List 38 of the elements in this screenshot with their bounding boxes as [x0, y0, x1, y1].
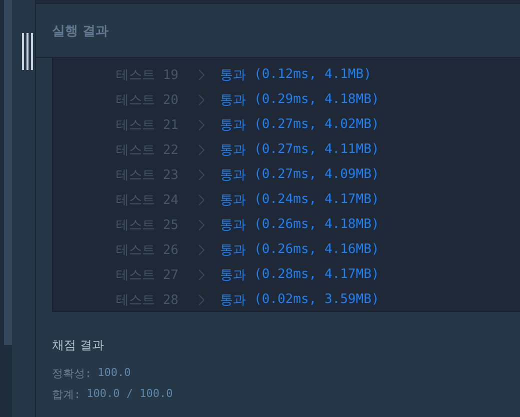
chevron-icon: [198, 68, 205, 80]
test-status: 통과: [220, 242, 246, 258]
chevron-icon: [198, 168, 205, 180]
test-status: 통과: [220, 166, 246, 184]
test-detail: (0.29ms, 4.18MB): [254, 92, 380, 107]
chevron-icon: [198, 144, 205, 156]
panel-title: 실행 결과: [52, 22, 109, 40]
test-status: 통과: [220, 66, 246, 84]
test-detail: (0.28ms, 4.17MB): [254, 267, 380, 282]
test-status: 통과: [220, 266, 246, 284]
test-status: 통과: [220, 92, 246, 108]
test-detail: (0.24ms, 4.17MB): [254, 192, 380, 207]
resize-handle-icon[interactable]: [22, 33, 33, 70]
test-status: 통과: [220, 292, 246, 308]
chevron-icon: [198, 268, 205, 280]
grading-title: 채점 결과: [52, 337, 105, 354]
score-label: 정확성:: [52, 366, 92, 381]
score-label: 합계:: [52, 387, 81, 402]
test-detail: (0.12ms, 4.1MB): [254, 67, 372, 82]
chevron-icon: [198, 294, 205, 306]
test-status: 통과: [220, 116, 246, 134]
test-detail: (0.27ms, 4.11MB): [254, 142, 380, 157]
test-status: 통과: [220, 192, 246, 208]
chevron-icon: [198, 94, 205, 106]
test-detail: (0.02ms, 3.59MB): [254, 292, 380, 307]
chevron-icon: [198, 194, 205, 206]
chevron-icon: [198, 244, 205, 256]
chevron-icon: [198, 118, 205, 130]
score-value: 100.0 / 100.0: [86, 387, 173, 402]
test-detail: (0.27ms, 4.09MB): [254, 167, 380, 182]
chevron-icon: [198, 218, 205, 230]
score-value: 100.0: [98, 366, 131, 381]
test-status: 통과: [220, 142, 246, 158]
scrollbar-thumb[interactable]: [4, 0, 12, 345]
test-status: 통과: [220, 216, 246, 234]
test-detail: (0.26ms, 4.16MB): [254, 242, 380, 257]
test-detail: (0.26ms, 4.18MB): [254, 217, 380, 232]
test-detail: (0.27ms, 4.02MB): [254, 117, 380, 132]
